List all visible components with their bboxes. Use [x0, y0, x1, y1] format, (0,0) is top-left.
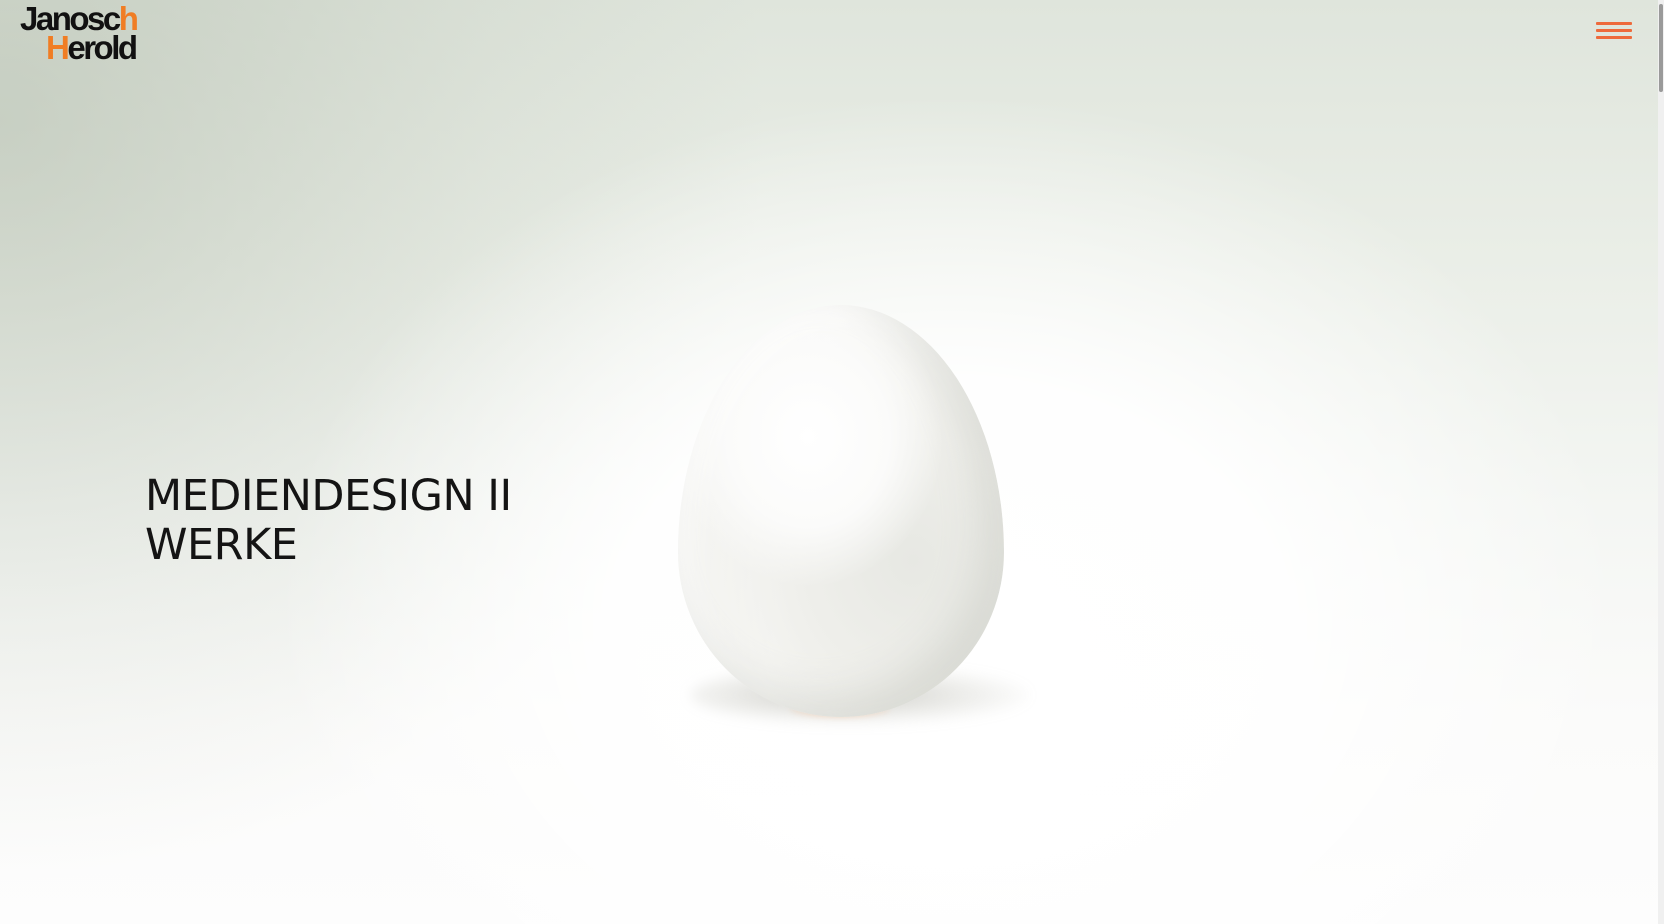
menu-bar-top	[1596, 22, 1632, 25]
menu-bar-bottom	[1596, 36, 1632, 39]
logo-last-name: Herold	[20, 31, 160, 64]
hero-headline-line2: WERKE	[145, 520, 298, 570]
hamburger-menu-icon[interactable]	[1596, 20, 1632, 44]
hero-headline: MEDIENDESIGN II WERKE	[145, 472, 512, 570]
hero-egg-image	[678, 305, 1004, 717]
page-scrollbar[interactable]	[1658, 0, 1664, 924]
logo-last-name-accent: H	[46, 29, 70, 66]
page: Janosch Herold MEDIENDESIGN II WERKE	[0, 0, 1664, 924]
menu-bar-middle	[1596, 29, 1632, 32]
hero-headline-line1: MEDIENDESIGN II	[145, 471, 512, 521]
hero-section: Janosch Herold MEDIENDESIGN II WERKE	[0, 0, 1658, 924]
site-logo[interactable]: Janosch Herold	[20, 2, 160, 64]
logo-last-name-main: erold	[67, 29, 138, 66]
scrollbar-thumb[interactable]	[1659, 4, 1663, 92]
